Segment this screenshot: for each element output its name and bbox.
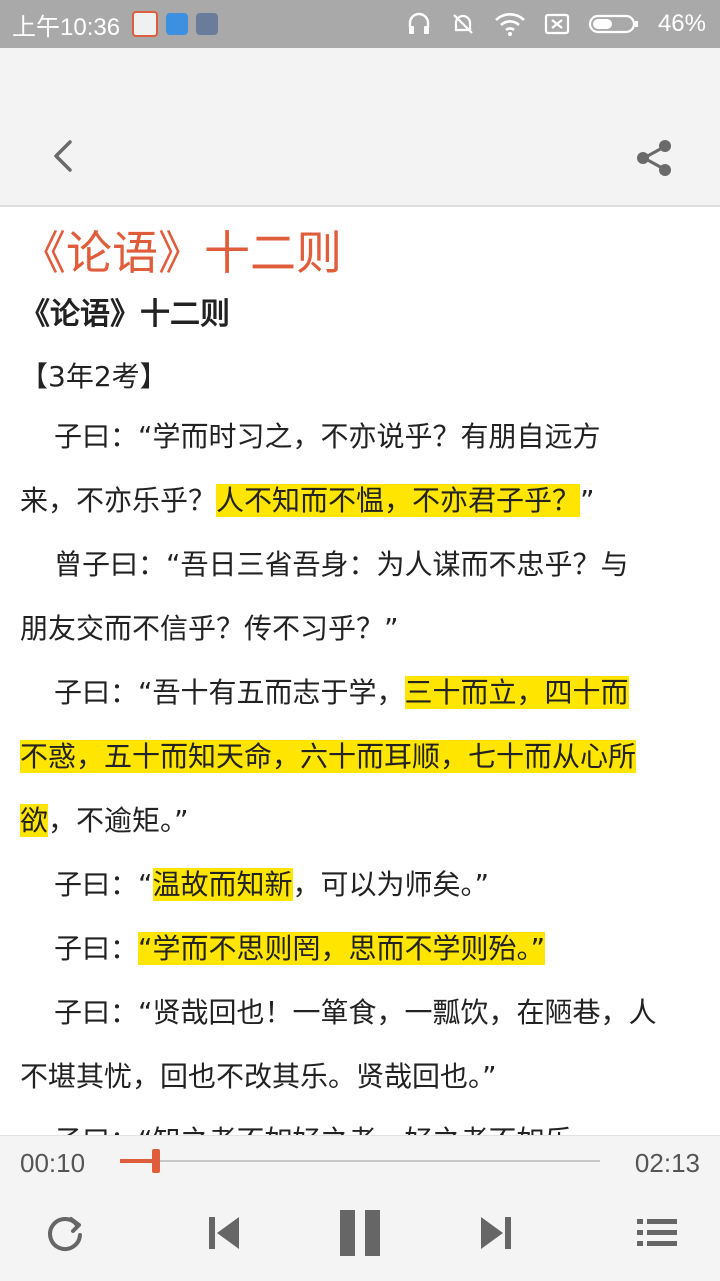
playlist-button[interactable]: [630, 1206, 684, 1260]
previous-track-icon: [209, 1217, 239, 1249]
text-span: ，不逾矩。”: [48, 804, 189, 837]
wifi-icon: [495, 13, 525, 36]
paragraph-2: 曾子曰：“吾日三省吾身：为人谋而不忠乎？与 朋友交而不信乎？传不习乎？”: [20, 533, 702, 661]
pause-icon: [340, 1210, 380, 1256]
current-time: 00:10: [20, 1148, 86, 1178]
paragraph-7: 子曰：“知之者不如好之者，好之者不如乐: [20, 1109, 702, 1135]
paragraph-line: 不堪其忧，回也不改其乐。贤哉回也。”: [20, 1060, 497, 1093]
highlighted-text: 欲: [20, 804, 49, 837]
paragraph-line: 曾子曰：“吾日三省吾身：为人谋而不忠乎？与: [54, 548, 629, 581]
progress-thumb[interactable]: [152, 1149, 160, 1173]
share-button[interactable]: [632, 136, 680, 180]
paragraph-1: 子曰：“学而时习之，不亦说乎？有朋自远方 来，不亦乐乎？人不知而不愠，不亦君子乎…: [20, 405, 702, 533]
back-button[interactable]: [44, 136, 84, 176]
progress-bar[interactable]: [120, 1149, 600, 1173]
highlighted-text: 三十而立，四十而: [404, 676, 629, 709]
paragraph-line: 来，不亦乐乎？人不知而不愠，不亦君子乎？”: [20, 469, 702, 533]
paragraph-5: 子曰：“学而不思则罔，思而不学则殆。”: [20, 917, 702, 981]
app-notification-icon: [132, 11, 159, 37]
next-button[interactable]: [472, 1206, 520, 1260]
share-icon: [637, 140, 671, 176]
text-span: 子曰：: [54, 932, 139, 965]
audio-player: 00:10 02:13: [0, 1135, 720, 1281]
no-sim-icon: [544, 13, 570, 35]
highlighted-text: 温故而知新: [152, 868, 293, 901]
paragraph-3: 子曰：“吾十有五而志于学，三十而立，四十而 不惑，五十而知天命，六十而耳顺，七十…: [20, 661, 702, 853]
highlighted-text: 不惑，五十而知天命，六十而耳顺，七十而从心所: [20, 740, 637, 773]
highlighted-text: 人不知而不愠，不亦君子乎？: [216, 484, 581, 517]
text-span: 来，不亦乐乎？: [20, 484, 217, 517]
pause-button[interactable]: [332, 1206, 388, 1260]
paragraph-line: 朋友交而不信乎？传不习乎？”: [20, 612, 399, 645]
text-span: 子曰：“吾十有五而志于学，: [54, 676, 405, 709]
paragraph-line: 子曰：“贤哉回也！一箪食，一瓢饮，在陋巷，人: [54, 996, 657, 1029]
highlighted-text: “学而不思则罔，思而不学则殆。”: [138, 932, 546, 965]
article-title: 《论语》十二则: [20, 226, 342, 280]
battery-icon: [588, 14, 638, 34]
cloud-app-icon: [166, 13, 189, 35]
status-bar: 上午10:36 46%: [0, 0, 720, 48]
paragraph-4: 子曰：“温故而知新，可以为师矣。”: [20, 853, 702, 917]
article-content[interactable]: 《论语》十二则 《论语》十二则 【3年2考】 子曰：“学而时习之，不亦说乎？有朋…: [0, 207, 720, 1135]
message-app-icon: [196, 13, 219, 35]
paragraph-line: 欲，不逾矩。”: [20, 789, 702, 853]
paragraph-line: 子曰：“吾十有五而志于学，三十而立，四十而: [20, 661, 702, 725]
text-span: ”: [580, 484, 595, 517]
progress-fill: [120, 1159, 156, 1163]
paragraph-6: 子曰：“贤哉回也！一箪食，一瓢饮，在陋巷，人 不堪其忧，回也不改其乐。贤哉回也。…: [20, 981, 702, 1109]
headset-icon: [408, 12, 430, 34]
paragraph-line: 子曰：“知之者不如好之者，好之者不如乐: [20, 1109, 702, 1135]
paragraph-line: 不惑，五十而知天命，六十而耳顺，七十而从心所: [20, 725, 702, 789]
paragraph-line: 子曰：“学而不思则罔，思而不学则殆。”: [20, 917, 702, 981]
previous-button[interactable]: [200, 1206, 248, 1260]
paragraph-line: 子曰：“学而时习之，不亦说乎？有朋自远方: [54, 420, 601, 453]
battery-percent: 46%: [657, 10, 706, 37]
playlist-icon: [637, 1219, 677, 1246]
chevron-left-icon: [54, 140, 72, 172]
repeat-button[interactable]: [40, 1206, 90, 1260]
repeat-icon: [48, 1217, 82, 1252]
paragraph-line: 子曰：“温故而知新，可以为师矣。”: [20, 853, 702, 917]
exam-frequency-tag: 【3年2考】: [20, 360, 168, 393]
article-subtitle: 《论语》十二则: [20, 297, 230, 332]
text-span: 子曰：“: [54, 868, 153, 901]
status-time: 上午10:36: [12, 13, 121, 41]
next-track-icon: [481, 1217, 511, 1249]
mute-bell-icon: [453, 14, 473, 34]
text-span: ，可以为师矣。”: [292, 868, 490, 901]
app-bar: [0, 48, 720, 207]
total-time: 02:13: [634, 1148, 700, 1178]
